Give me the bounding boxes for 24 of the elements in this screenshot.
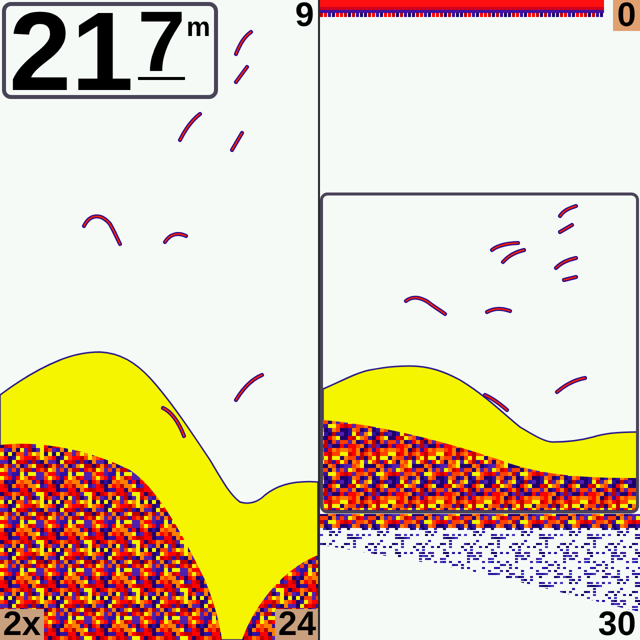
range-top-label: 0 — [613, 0, 640, 31]
fish-arch — [483, 393, 509, 412]
depth-unit: m — [186, 17, 210, 38]
range-bottom-label: 24 — [275, 609, 318, 640]
fish-arch — [230, 131, 244, 152]
depth-whole-digits: 21 — [9, 11, 134, 93]
zoom-level-label: 2x — [0, 609, 44, 640]
fish-arch — [161, 406, 186, 438]
fish-arch — [554, 256, 578, 270]
range-bottom-label: 30 — [597, 611, 637, 639]
range-top-label: 9 — [294, 2, 315, 30]
fish-arch — [485, 306, 512, 314]
fish-arch — [404, 296, 447, 316]
fish-arch — [234, 65, 249, 84]
fish-arch — [82, 214, 122, 246]
fish-arch — [234, 373, 264, 402]
fish-arch — [234, 30, 253, 56]
depth-decimal-digit: 7 — [138, 11, 186, 80]
fish-arch — [163, 232, 188, 244]
fish-arch — [178, 112, 202, 142]
fish-arch — [558, 204, 578, 218]
fish-arch — [558, 223, 574, 234]
fish-arch — [562, 275, 578, 282]
fish-arch — [555, 376, 587, 394]
